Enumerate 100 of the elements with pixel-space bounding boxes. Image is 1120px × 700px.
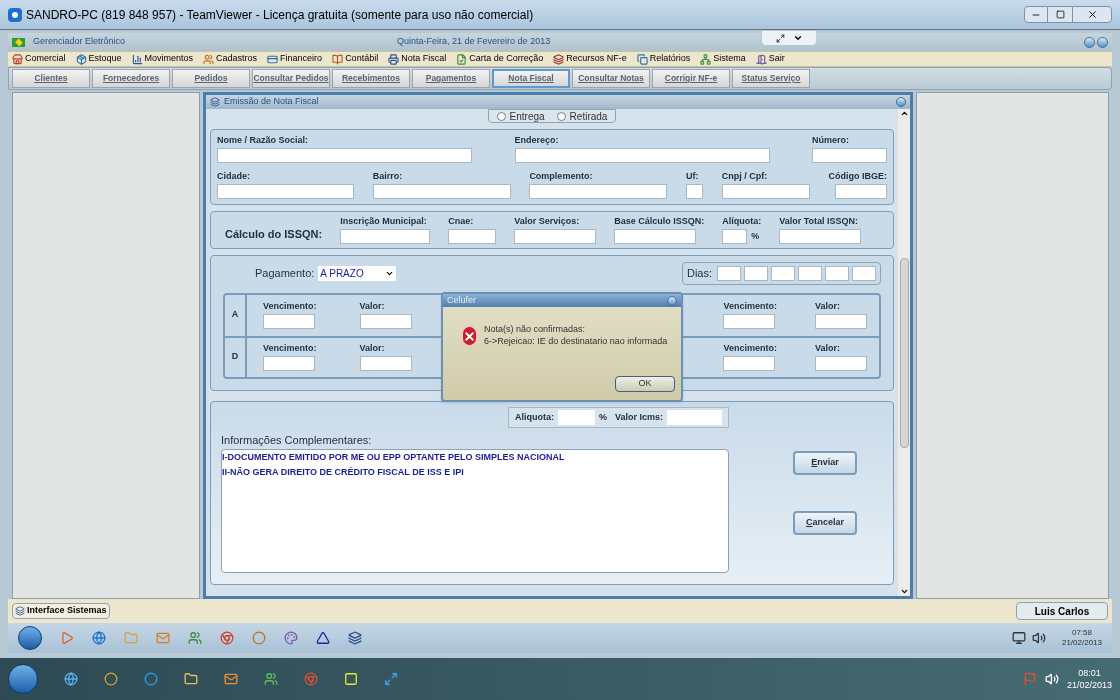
input-field[interactable] [834,184,887,199]
input-field[interactable] [529,184,668,199]
ok-button[interactable]: OK [615,376,675,392]
menu-item[interactable]: Estoque [88,52,122,66]
input-field[interactable] [217,148,472,163]
window-control-button[interactable] [1097,36,1108,48]
palette-icon[interactable] [284,631,298,645]
input-field[interactable] [815,314,867,329]
menu-item[interactable]: Contábil [345,52,379,66]
input-field[interactable] [771,265,795,281]
payment-select[interactable]: A PRAZO [318,265,397,281]
menu-item[interactable]: Sistema [713,52,746,66]
input-field[interactable] [557,410,595,425]
input-field[interactable] [359,314,412,329]
input-field[interactable] [722,229,748,244]
input-field[interactable] [514,229,597,244]
menu-item[interactable]: Nota Fiscal [401,52,447,66]
system-icon [15,606,25,616]
field-label: Vencimento: [723,301,777,312]
play-icon[interactable] [60,631,74,645]
fullscreen-icon[interactable] [775,33,785,43]
tile-icon[interactable] [348,631,362,645]
input-field[interactable] [686,184,704,199]
input-field[interactable] [717,265,741,281]
input-field[interactable] [721,184,810,199]
row-label: A [231,308,239,322]
shortcut-button[interactable]: Nota Fiscal [492,69,570,88]
menu-item[interactable]: Financeiro [280,52,323,66]
circle-icon[interactable] [304,672,318,686]
shortcut-button[interactable]: Recebimentos [332,69,410,88]
remote-control-icon[interactable] [384,672,398,686]
action-button[interactable]: Cancelar [793,511,857,535]
input-field[interactable] [852,265,876,281]
scroll-down-icon[interactable] [899,587,909,596]
app-title: Gerenciador Eletrônico [33,35,126,49]
menu-item[interactable]: Movimentos [144,52,194,66]
monitor-icon[interactable] [1011,631,1026,645]
input-field[interactable] [263,314,315,329]
close-button[interactable] [1072,6,1112,23]
input-field[interactable] [217,184,354,199]
input-field[interactable] [812,148,887,163]
maximize-button[interactable] [1048,6,1072,23]
start-button[interactable] [18,626,42,650]
chevron-icon[interactable] [792,33,803,43]
radio-button[interactable] [556,111,566,121]
globe-icon[interactable] [64,672,78,686]
input-field[interactable] [359,356,412,371]
shortcut-button[interactable]: Consultar Pedidos [252,69,330,88]
flag-icon[interactable] [1022,672,1037,686]
window-control-button[interactable] [1084,36,1095,48]
menu-item[interactable]: Relatórios [649,52,691,66]
input-field[interactable] [723,314,776,329]
shortcut-button[interactable]: Consultar Notas [572,69,650,88]
speaker-icon[interactable] [1044,672,1059,686]
window-control-button[interactable] [667,295,677,306]
shortcut-button[interactable]: Clientes [12,69,90,88]
field-label: Uf: [686,171,699,182]
shortcut-button[interactable]: Pedidos [172,69,250,88]
input-field[interactable] [723,356,776,371]
remote-toolbar-tab[interactable] [762,31,816,45]
shortcut-button[interactable]: Pagamentos [412,69,490,88]
folder-icon[interactable] [184,672,198,686]
menu-item[interactable]: Recursos NF-e [566,52,627,66]
shop-icon [12,53,23,65]
field-label: Valor: [359,301,385,312]
scroll-up-icon[interactable] [899,109,909,118]
minimize-button[interactable] [1024,6,1048,23]
menu-item[interactable]: Comercial [25,52,66,66]
menu-item[interactable]: Carta de Correção [469,52,544,66]
action-button[interactable]: Enviar [793,451,857,475]
square-icon[interactable] [344,672,358,686]
input-field[interactable] [514,148,770,163]
scroll-thumb[interactable] [899,257,909,448]
menu-item[interactable]: Cadastros [216,52,258,66]
shortcut-button[interactable]: Status Serviço [732,69,810,88]
scrollbar[interactable] [898,109,910,596]
shortcut-button[interactable]: Corrigir NF-e [652,69,730,88]
input-field[interactable] [825,265,849,281]
start-button[interactable] [8,664,38,694]
input-field[interactable] [448,229,497,244]
shortcut-button[interactable]: Fornecedores [92,69,170,88]
people-icon[interactable] [188,631,202,645]
input-field[interactable] [815,356,867,371]
speaker-icon[interactable] [1031,631,1046,645]
mail-icon[interactable] [156,631,170,645]
input-field[interactable] [614,229,697,244]
input-field[interactable] [779,229,862,244]
input-field[interactable] [798,265,822,281]
mail-icon[interactable] [224,672,238,686]
input-field[interactable] [744,265,768,281]
input-field[interactable] [263,356,315,371]
input-field[interactable] [340,229,431,244]
radio-button[interactable] [496,111,506,121]
circle-icon[interactable] [220,631,234,645]
globe-icon[interactable] [92,631,106,645]
input-field[interactable] [667,410,722,425]
input-field[interactable] [372,184,511,199]
menu-item[interactable]: Sair [768,52,785,66]
notes-textarea[interactable]: I-DOCUMENTO EMITIDO POR ME OU EPP OPTANTE PELO SIMPLES NACIONAL II-NÃO GERA DIREITO DE CRÉDITO FISCAL DE ISS E IPI [221,448,729,573]
people-icon[interactable] [264,672,278,686]
